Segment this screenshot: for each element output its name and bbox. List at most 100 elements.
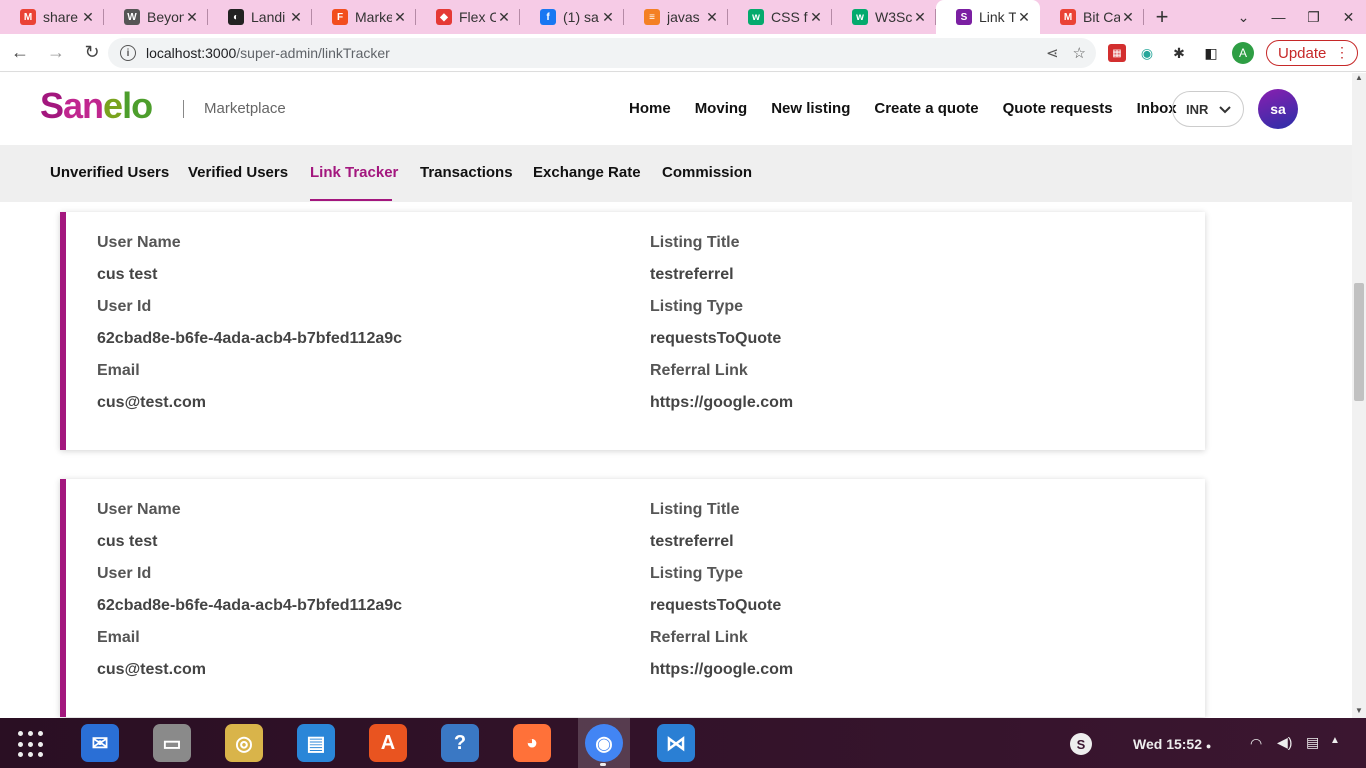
scrollbar-thumb[interactable] — [1354, 283, 1364, 401]
admin-tab[interactable]: Transactions — [420, 164, 513, 181]
extensions-puzzle-icon[interactable]: ✱ — [1168, 42, 1190, 64]
browser-tab[interactable]: S Link T ✕ — [936, 0, 1040, 34]
volume-icon[interactable]: ◀) — [1277, 734, 1292, 751]
software-center-icon[interactable]: A — [368, 723, 408, 763]
w3-icon: w — [748, 9, 764, 25]
close-tab-icon[interactable]: ✕ — [1120, 9, 1136, 26]
w-icon: W — [124, 9, 140, 25]
close-tab-icon[interactable]: ✕ — [1016, 9, 1032, 26]
email-value: cus@test.com — [97, 394, 206, 411]
restore-icon[interactable]: ❐ — [1296, 9, 1331, 26]
close-tab-icon[interactable]: ✕ — [392, 9, 408, 26]
bookmark-star-icon[interactable]: ☆ — [1073, 44, 1086, 62]
nav-link[interactable]: Moving — [695, 100, 748, 117]
browser-tab[interactable]: ◆ Flex C ✕ — [416, 0, 520, 34]
email-value: cus@test.com — [97, 661, 206, 678]
link-tracker-card: User Name cus test User Id 62cbad8e-b6fe-4a… — [60, 479, 1205, 717]
help-icon[interactable]: ? — [440, 723, 480, 763]
rhythmbox-icon[interactable]: ◎ — [224, 723, 264, 763]
currency-select[interactable]: INR — [1172, 91, 1244, 127]
close-window-icon[interactable]: ✕ — [1331, 9, 1366, 26]
writer-icon[interactable]: ▤ — [296, 723, 336, 763]
close-tab-icon[interactable]: ✕ — [912, 9, 928, 26]
browser-tab[interactable]: Mshare ✕ — [0, 0, 104, 34]
reload-button[interactable]: ↻ — [76, 37, 108, 69]
listing-title-value: testreferrel — [650, 533, 734, 550]
admin-tab[interactable]: Unverified Users — [50, 164, 169, 181]
nav-link[interactable]: Inbox — [1137, 100, 1177, 117]
nav-link[interactable]: New listing — [771, 100, 850, 117]
browser-tab[interactable]: ≡ javas ✕ — [624, 0, 728, 34]
wifi-icon[interactable]: ◠ — [1250, 735, 1262, 752]
close-tab-icon[interactable]: ✕ — [80, 9, 96, 26]
field-label: User Id — [97, 298, 152, 315]
address-bar[interactable]: i localhost:3000/super-admin/linkTracker… — [108, 38, 1096, 68]
tab-title: CSS fl — [771, 9, 808, 25]
scroll-down-icon[interactable]: ▼ — [1352, 706, 1366, 718]
update-button[interactable]: Update ⋮ — [1266, 40, 1358, 66]
field-label: Listing Type — [650, 565, 744, 582]
nav-link[interactable]: Create a quote — [874, 100, 978, 117]
new-tab-button[interactable]: + — [1144, 0, 1180, 34]
firefox-icon[interactable]: ◕ — [512, 723, 552, 763]
browser-tab[interactable]: f (1) sa ✕ — [520, 0, 624, 34]
back-button[interactable]: ← — [4, 37, 36, 69]
tab-search-icon[interactable]: ⌄ — [1226, 9, 1261, 26]
close-tab-icon[interactable]: ✕ — [704, 9, 720, 26]
browser-tab[interactable]: w W3Sc ✕ — [832, 0, 936, 34]
side-panel-icon[interactable]: ◧ — [1200, 42, 1222, 64]
share-icon[interactable]: ⋖ — [1046, 44, 1059, 62]
stackoverflow-icon: ≡ — [644, 9, 660, 25]
close-tab-icon[interactable]: ✕ — [600, 9, 616, 26]
logo-divider — [183, 100, 184, 118]
profile-avatar[interactable]: A — [1232, 42, 1254, 64]
nav-link[interactable]: Quote requests — [1003, 100, 1113, 117]
url-path: /super-admin/linkTracker — [236, 45, 390, 61]
tab-title: Bit Ca — [1083, 9, 1120, 25]
page-scrollbar[interactable]: ▲ ▼ — [1352, 73, 1366, 718]
extension-red-icon[interactable]: ▦ — [1108, 44, 1126, 62]
clock[interactable]: Wed 15:52 ● — [1133, 736, 1211, 752]
close-tab-icon[interactable]: ✕ — [496, 9, 512, 26]
currency-value: INR — [1186, 101, 1209, 117]
admin-tab[interactable]: Verified Users — [188, 164, 288, 181]
skype-tray-icon[interactable]: S — [1070, 733, 1092, 755]
github-icon: ◐ — [228, 9, 244, 25]
close-tab-icon[interactable]: ✕ — [808, 9, 824, 26]
extension-green-icon[interactable]: ◉ — [1136, 42, 1158, 64]
nav-link[interactable]: Home — [629, 100, 671, 117]
referral-link-value: https://google.com — [650, 661, 794, 678]
listing-type-value: requestsToQuote — [650, 330, 782, 347]
system-menu-icon[interactable]: ▲ — [1330, 735, 1340, 746]
chrome-icon[interactable]: ◉ — [578, 718, 630, 768]
field-label: Listing Title — [650, 234, 740, 251]
active-tab-underline — [310, 199, 392, 201]
close-tab-icon[interactable]: ✕ — [184, 9, 200, 26]
close-tab-icon[interactable]: ✕ — [288, 9, 304, 26]
browser-tab[interactable]: W Beyon ✕ — [104, 0, 208, 34]
thunderbird-icon[interactable]: ✉ — [80, 723, 120, 763]
browser-tab[interactable]: M Bit Ca ✕ — [1040, 0, 1144, 34]
clipboard-icon[interactable]: ▤ — [1306, 734, 1319, 751]
sanelo-logo[interactable]: Sanelo — [40, 85, 153, 127]
forward-button[interactable]: → — [40, 37, 72, 69]
browser-tab[interactable]: ◐ Landi ✕ — [208, 0, 312, 34]
browser-tab[interactable]: w CSS fl ✕ — [728, 0, 832, 34]
user-id-value: 62cbad8e-b6fe-4ada-acb4-b7bfed112a9c — [97, 597, 403, 614]
files-icon[interactable]: ▭ — [152, 723, 192, 763]
tab-title: Link T — [979, 9, 1016, 25]
update-label: Update — [1278, 44, 1327, 62]
admin-tab[interactable]: Commission — [662, 164, 752, 181]
show-apps-icon[interactable] — [18, 731, 46, 759]
field-label: User Id — [97, 565, 152, 582]
scroll-up-icon[interactable]: ▲ — [1352, 73, 1366, 85]
marketplace-label: Marketplace — [204, 100, 286, 117]
admin-tab[interactable]: Exchange Rate — [533, 164, 641, 181]
user-avatar[interactable]: sa — [1258, 89, 1298, 129]
admin-tab[interactable]: Link Tracker — [310, 164, 398, 181]
minimize-icon[interactable]: — — [1261, 9, 1296, 25]
vscode-icon[interactable]: ⋈ — [656, 723, 696, 763]
browser-tab[interactable]: F Marke ✕ — [312, 0, 416, 34]
gmail-icon: M — [20, 9, 36, 25]
site-info-icon[interactable]: i — [120, 45, 136, 61]
